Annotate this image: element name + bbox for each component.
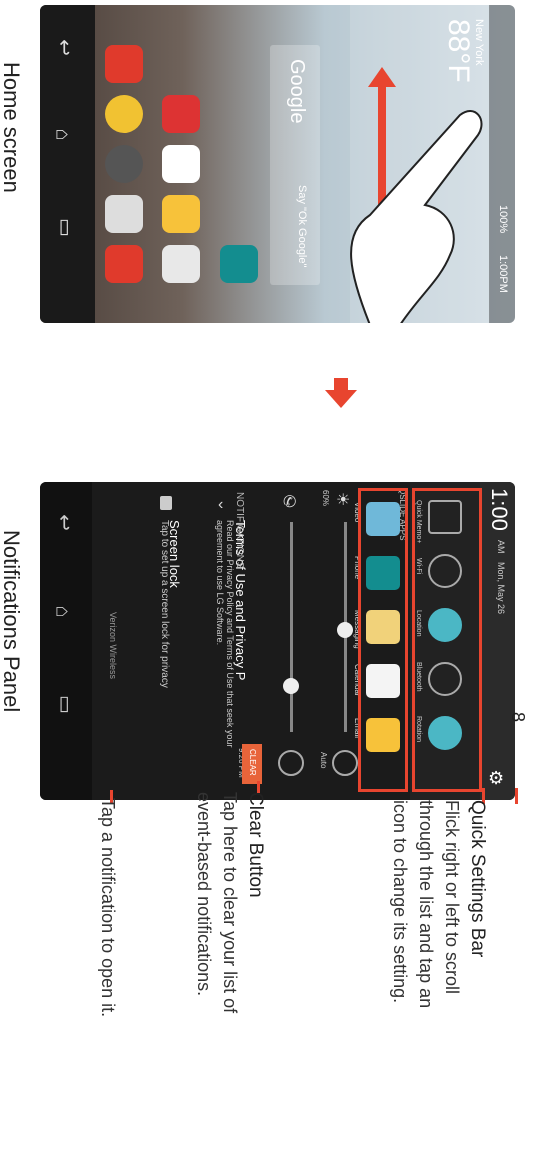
nav-bar: ↩ ⌂ ▭ xyxy=(40,482,92,800)
voicemail-app-icon[interactable] xyxy=(105,245,143,283)
google-folder-icon[interactable] xyxy=(162,95,200,133)
back-icon[interactable]: ↩ xyxy=(52,39,77,56)
apps-drawer-icon[interactable] xyxy=(105,145,143,183)
chevron-icon: ‹ xyxy=(218,496,224,513)
notification-callout-text: Tap a notification to open it. xyxy=(98,798,118,1018)
home-screen-phone: ↩ ⌂ ▭ Google Say "Ok Google" New York 88… xyxy=(40,5,515,323)
brightness-value: 60% xyxy=(321,490,330,507)
hand-gesture-icon xyxy=(350,109,483,323)
clear-button-body-1: Tap here to clear your list of xyxy=(220,792,240,1014)
clear-button[interactable]: CLEAR xyxy=(242,744,262,784)
battery-label: 100% xyxy=(497,205,509,234)
status-time: 1:00PM xyxy=(497,255,509,293)
home-icon[interactable]: ⌂ xyxy=(51,128,74,140)
lock-icon xyxy=(160,496,172,510)
notifications-header: NOTIFICATIONS xyxy=(234,492,245,569)
email-widget-icon[interactable] xyxy=(162,195,200,233)
quick-settings-body-1: Flick right or left to scroll xyxy=(442,800,462,995)
page-marker: 8 xyxy=(508,712,528,723)
play-store-icon[interactable] xyxy=(162,145,200,183)
volume-knob[interactable] xyxy=(283,678,299,694)
clear-button-body-2: event-based notifications. xyxy=(194,792,214,997)
notifications-panel-phone: ↩ ⌂ ▭ Verizon Wireless Screen lock Tap t… xyxy=(40,482,515,800)
qslide-highlight xyxy=(358,488,408,792)
quick-settings-highlight xyxy=(412,488,482,792)
recent-apps-icon[interactable]: ▭ xyxy=(53,218,78,237)
carrier-label: Verizon Wireless xyxy=(108,612,118,680)
clear-button-title: Clear Button xyxy=(245,792,266,898)
panel-header: 1:00 AM Mon, May 26 ⚙ xyxy=(480,482,515,800)
back-icon[interactable]: ↩ xyxy=(52,514,77,531)
panel-time: 1:00 xyxy=(487,488,512,531)
panel-date: Mon, May 26 xyxy=(496,562,506,615)
temperature-label: 88°F xyxy=(442,19,475,83)
auto-label: Auto xyxy=(319,752,328,769)
volume-icon: ✆ xyxy=(283,494,297,511)
clear-label: CLEAR xyxy=(248,749,257,776)
phone-app-icon[interactable] xyxy=(220,245,258,283)
brightness-knob[interactable] xyxy=(337,622,353,638)
recent-apps-icon[interactable]: ▭ xyxy=(53,695,78,714)
quick-settings-body-2: through the list and tap an xyxy=(416,800,436,1009)
home-screen-caption: Home screen xyxy=(0,62,24,193)
ok-google-hint: Say "Ok Google" xyxy=(296,185,308,268)
auto-brightness-toggle[interactable] xyxy=(332,750,358,776)
settings-gear-icon[interactable]: ⚙ xyxy=(488,768,504,789)
contacts-app-icon[interactable] xyxy=(162,245,200,283)
chrome-app-icon[interactable] xyxy=(105,95,143,133)
home-icon[interactable]: ⌂ xyxy=(51,605,74,617)
brightness-icon: ☀ xyxy=(336,492,351,509)
nav-bar: ↩ ⌂ ▭ xyxy=(40,5,95,323)
google-label: Google xyxy=(286,59,308,124)
camera-app-icon[interactable] xyxy=(105,195,143,233)
notifications-panel-caption: Notifications Panel xyxy=(0,530,24,713)
gear-callout-line xyxy=(515,788,518,804)
panel-ampm: AM xyxy=(496,540,506,554)
notif1-body: Read our Privacy Policy and Terms of Use… xyxy=(215,520,235,748)
volume-slider[interactable] xyxy=(290,522,293,732)
notif2-body: Tap to set up a screen lock for privacy xyxy=(159,520,170,688)
down-arrow-icon xyxy=(325,378,357,408)
quick-settings-body-3: icon to change its setting. xyxy=(390,800,410,1004)
settings-slider-icon[interactable] xyxy=(278,750,304,776)
status-bar: 100% 1:00PM xyxy=(489,5,515,323)
email-app-icon[interactable] xyxy=(105,45,143,83)
quick-settings-title: Quick Settings Bar xyxy=(467,800,488,958)
